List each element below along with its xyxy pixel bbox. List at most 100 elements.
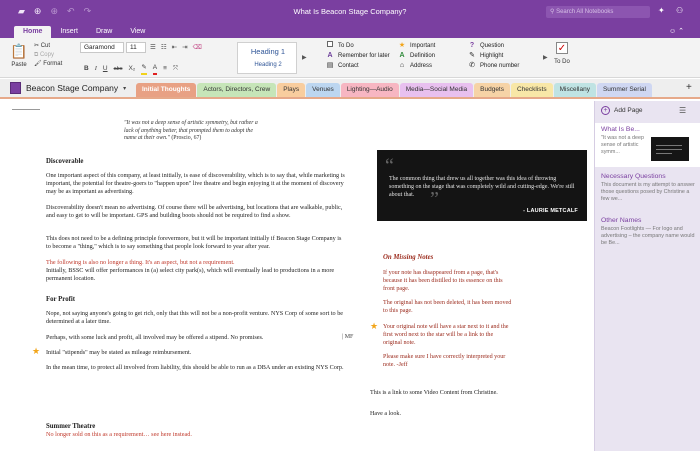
notebook-selector[interactable]: Beacon Stage Company ▾ — [10, 82, 126, 94]
title-bar: ▰ ⊕ ⊕ ↶ ↷ What Is Beacon Stage Company? … — [0, 0, 700, 38]
tab-draw[interactable]: Draw — [87, 26, 121, 38]
tag-highlight[interactable]: ✎ Highlight — [468, 51, 519, 61]
sort-icon[interactable]: ☰ — [679, 106, 686, 115]
style-heading-2[interactable]: Heading 2 — [238, 62, 298, 68]
page-list-item[interactable]: What Is Be... "It was not a deep sense o… — [595, 123, 700, 167]
page-title-line — [12, 109, 40, 110]
tag-phone[interactable]: ✆ Phone number — [468, 61, 519, 71]
paste-button[interactable]: 📋 Paste — [8, 42, 30, 68]
page-list-item[interactable]: Other Names Beacon Footlights — For logo… — [595, 214, 700, 249]
ribbon-right-controls: ☺ ⌃ — [669, 27, 684, 35]
page-list-pane: + Add Page ☰ What Is Be... "It was not a… — [594, 101, 700, 451]
page-list-snippet: "It was not a deep sense of artistic sym… — [601, 135, 644, 155]
clear-formatting-icon[interactable]: ⌫ — [193, 43, 202, 53]
section-tab[interactable]: Venues — [306, 83, 340, 97]
paragraph-2: Discoverability doesn't mean no advertis… — [46, 204, 343, 219]
tag-remember[interactable]: A Remember for later — [326, 51, 389, 61]
star-icon-2: ★ — [370, 321, 379, 331]
strikethrough-button[interactable]: abc — [114, 64, 123, 74]
plus-icon: + — [601, 106, 610, 115]
add-page-label: Add Page — [614, 107, 643, 114]
author-marker: | MF — [342, 334, 354, 340]
paragraph-1: One important aspect of this company, at… — [46, 172, 345, 195]
align-icon[interactable]: ≡ — [163, 64, 167, 74]
highlight-color-icon[interactable]: ✎ — [141, 63, 147, 75]
section-tab[interactable]: Plays — [277, 83, 306, 97]
format-painter-button[interactable]: 🖌 Format — [34, 60, 62, 69]
section-tab[interactable]: Summer Serial — [596, 83, 652, 97]
tag-important[interactable]: ★ Important — [398, 41, 436, 51]
share-icon[interactable]: ⚇ — [676, 6, 683, 15]
missing-note-3: Your original note will have a star next… — [383, 324, 509, 346]
paragraph-3: This does not need to be a defining prin… — [46, 235, 342, 250]
tag-todo-label: To Do — [338, 43, 354, 49]
paste-label: Paste — [11, 62, 27, 68]
underline-button[interactable]: U — [103, 64, 108, 74]
tag-question[interactable]: ? Question — [468, 41, 519, 51]
add-page-button[interactable]: + Add Page — [601, 106, 643, 115]
chevron-up-icon[interactable]: ⌃ — [678, 28, 684, 35]
page-canvas[interactable]: "It was not a deep sense of artistic sym… — [0, 101, 594, 451]
font-color-icon[interactable]: A — [152, 63, 158, 75]
smiley-icon[interactable]: ☺ — [669, 28, 676, 35]
section-tab[interactable]: Lighting—Audio — [340, 83, 399, 97]
tags-expand-icon[interactable]: ▶ — [543, 54, 548, 61]
lightbulb-icon[interactable]: ✦ — [658, 6, 665, 15]
section-tab[interactable]: Miscellany — [553, 83, 596, 97]
bold-button[interactable]: B — [84, 64, 89, 74]
add-section-icon[interactable]: + — [686, 82, 692, 93]
font-size-select[interactable]: 11 — [126, 42, 146, 53]
cut-button[interactable]: ✂ Cut — [34, 42, 62, 51]
summer-link[interactable]: No longer sold on this as a requirement…… — [46, 431, 346, 439]
search-input[interactable]: ⚲ Search All Notebooks — [546, 6, 650, 18]
tag-contact-label: Contact — [338, 63, 359, 69]
style-heading-1[interactable]: Heading 1 — [238, 47, 298, 56]
subscript-button[interactable]: X₂ — [128, 64, 135, 74]
section-tab[interactable]: Initial Thoughts — [136, 83, 197, 97]
definition-icon: A — [399, 52, 405, 59]
styles-gallery[interactable]: Heading 1 Heading 2 — [237, 42, 297, 74]
missing-note-1: If your note has disappeared from a page… — [383, 270, 503, 292]
paragraph-8: In the mean time, to protect all involve… — [46, 364, 344, 371]
styles-expand-icon[interactable]: ▶ — [302, 54, 307, 61]
clear-style-icon[interactable]: ⤧ — [173, 64, 178, 74]
brush-icon: 🖌 — [34, 61, 44, 67]
summer-heading: Summer Theatre — [46, 423, 96, 430]
numbered-list-icon[interactable]: ☷ — [161, 43, 167, 53]
remember-icon: A — [327, 52, 333, 59]
video-link-text[interactable]: This is a link to some Video Content fro… — [370, 389, 510, 397]
tag-contact[interactable]: ▤ Contact — [326, 61, 390, 71]
italic-button[interactable]: I — [95, 64, 97, 74]
quote-image-author: - LAURIE METCALF — [523, 208, 578, 214]
tab-view[interactable]: View — [121, 26, 154, 38]
notebook-icon — [10, 82, 21, 94]
scissors-icon: ✂ — [34, 43, 41, 49]
page-list-item[interactable]: Necessary Questions This document is my … — [595, 170, 700, 205]
copy-button[interactable]: ⧉ Copy — [34, 51, 62, 60]
notebook-name: Beacon Stage Company — [26, 83, 119, 93]
section-tab[interactable]: Media—Social Media — [399, 83, 474, 97]
tab-home[interactable]: Home — [14, 26, 52, 38]
tags-column-2: ★ Important A Definition ⌂ Address — [398, 41, 436, 71]
tag-definition[interactable]: A Definition — [398, 51, 435, 61]
tab-insert[interactable]: Insert — [51, 26, 87, 38]
discoverable-heading: Discoverable — [46, 158, 84, 165]
list-controls: ☰ ☷ ⇤ ⇥ ⌫ — [150, 43, 202, 53]
section-tab[interactable]: Actors, Directors, Crew — [197, 83, 277, 97]
font-name-select[interactable]: Garamond — [80, 42, 124, 53]
tag-address[interactable]: ⌂ Address — [398, 61, 435, 71]
tags-column-3: ? Question ✎ Highlight ✆ Phone number — [468, 41, 519, 71]
clipboard-group: ✂ Cut ⧉ Copy 🖌 Format — [34, 42, 62, 69]
quote-open-icon: “ — [385, 155, 394, 177]
tag-todo[interactable]: To Do — [326, 41, 390, 51]
todo-tag-button[interactable]: ✓ To Do — [552, 42, 572, 65]
ribbon-tabs: Home Insert Draw View — [14, 26, 154, 38]
quote-close-icon: ” — [430, 188, 439, 210]
section-tab[interactable]: Checklists — [511, 83, 553, 97]
bullet-list-icon[interactable]: ☰ — [150, 43, 156, 53]
outdent-icon[interactable]: ⇤ — [172, 43, 177, 53]
indent-icon[interactable]: ⇥ — [182, 43, 187, 53]
paragraph-6: Perhaps, with some luck and profit, all … — [46, 334, 264, 341]
section-tab[interactable]: Budgets — [474, 83, 510, 97]
checkbox-icon — [326, 41, 334, 51]
